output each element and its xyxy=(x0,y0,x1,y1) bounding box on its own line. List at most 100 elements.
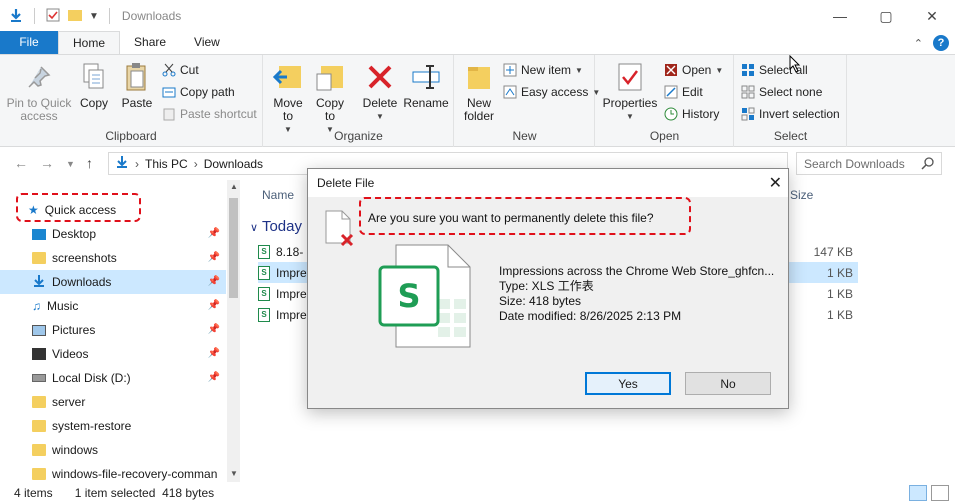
nav-downloads[interactable]: Downloads 📌 xyxy=(0,270,226,294)
pin-icon xyxy=(23,61,55,93)
search-placeholder: Search Downloads xyxy=(804,156,905,171)
easy-access-icon xyxy=(503,85,517,99)
spreadsheet-file-icon: S xyxy=(258,286,270,301)
dialog-title: Delete File xyxy=(317,176,375,190)
tab-home[interactable]: Home xyxy=(58,31,121,54)
new-item-button[interactable]: New item ▼ xyxy=(503,63,583,77)
details-view-icon[interactable] xyxy=(909,485,927,501)
column-header-name[interactable]: Name xyxy=(262,188,294,202)
paste-shortcut-icon xyxy=(162,107,176,121)
question-highlight xyxy=(359,197,691,235)
dropdown-caret-icon: ▼ xyxy=(575,65,583,75)
pin-icon: 📌 xyxy=(207,228,220,239)
nav-screenshots[interactable]: screenshots 📌 xyxy=(0,246,226,270)
history-button[interactable]: History xyxy=(664,107,719,121)
nav-server[interactable]: server xyxy=(0,390,226,414)
properties-qat-icon[interactable] xyxy=(45,7,61,26)
pin-quick-access-button[interactable]: Pin to Quick access xyxy=(6,61,72,123)
properties-button[interactable]: Properties ▼ xyxy=(602,61,658,123)
svg-text:S: S xyxy=(397,277,420,315)
file-details: Impressions across the Chrome Web Store_… xyxy=(499,264,774,324)
spreadsheet-file-icon: S xyxy=(258,265,270,280)
select-none-button[interactable]: Select none xyxy=(741,85,822,99)
move-to-button[interactable]: Move to ▼ xyxy=(270,61,306,136)
scrollbar-thumb[interactable] xyxy=(229,198,238,298)
copy-icon xyxy=(78,61,110,93)
desktop-icon xyxy=(32,228,46,240)
mouse-cursor-icon xyxy=(789,54,801,76)
minimize-button[interactable]: — xyxy=(817,0,863,32)
scroll-down-icon[interactable]: ▼ xyxy=(230,469,238,478)
rename-icon xyxy=(410,61,442,93)
history-icon xyxy=(664,107,678,121)
cut-button[interactable]: Cut xyxy=(162,63,199,77)
ribbon: Pin to Quick access Copy Paste Cut Copy … xyxy=(0,54,955,147)
maximize-button[interactable]: ▢ xyxy=(863,0,909,32)
paste-button[interactable]: Paste xyxy=(118,61,156,110)
delete-x-icon xyxy=(364,61,396,93)
paste-shortcut-button[interactable]: Paste shortcut xyxy=(162,107,257,121)
back-button[interactable]: ← xyxy=(14,155,28,171)
qat-separator xyxy=(108,8,110,24)
large-icons-view-icon[interactable] xyxy=(931,485,949,501)
new-folder-button[interactable]: New folder xyxy=(461,61,497,123)
edit-button[interactable]: Edit xyxy=(664,85,703,99)
tab-view[interactable]: View xyxy=(180,31,234,54)
group-header-today[interactable]: ∨ Today xyxy=(250,218,302,235)
delete-button[interactable]: Delete ▼ xyxy=(360,61,400,123)
music-icon: ♫ xyxy=(32,299,41,313)
title-bar: ▼ Downloads — ▢ ✕ xyxy=(0,0,955,32)
invert-selection-button[interactable]: Invert selection xyxy=(741,107,840,121)
column-header-size[interactable]: Size xyxy=(790,188,813,202)
rename-button[interactable]: Rename xyxy=(403,61,449,110)
tab-share[interactable]: Share xyxy=(120,31,180,54)
dropdown-caret-icon: ▼ xyxy=(715,65,724,75)
folder-icon xyxy=(32,396,46,408)
up-button[interactable]: ↑ xyxy=(86,155,93,171)
delete-file-warning-icon xyxy=(324,209,358,252)
easy-access-button[interactable]: Easy access ▼ xyxy=(503,85,600,99)
nav-local-disk-d[interactable]: Local Disk (D:) 📌 xyxy=(0,366,226,390)
recent-locations-icon[interactable]: ▼ xyxy=(66,159,75,169)
nav-scrollbar[interactable]: ▲ ▼ xyxy=(227,180,240,482)
selection-info: 1 item selected 418 bytes xyxy=(74,486,215,500)
close-window-button[interactable]: ✕ xyxy=(909,0,955,32)
nav-desktop[interactable]: Desktop 📌 xyxy=(0,222,226,246)
ribbon-right-controls: ⌃ ? xyxy=(914,35,949,51)
open-group-label: Open xyxy=(649,129,680,143)
open-icon xyxy=(664,63,678,77)
no-button[interactable]: No xyxy=(685,372,771,395)
copy-to-button[interactable]: Copy to ▼ xyxy=(312,61,348,136)
copy-path-button[interactable]: Copy path xyxy=(162,85,235,99)
nav-videos[interactable]: Videos 📌 xyxy=(0,342,226,366)
new-folder-qat-icon[interactable] xyxy=(67,7,83,26)
copy-button[interactable]: Copy xyxy=(76,61,112,110)
tab-file[interactable]: File xyxy=(0,31,58,54)
file-size: Size: 418 bytes xyxy=(499,294,582,308)
nav-windows[interactable]: windows xyxy=(0,438,226,462)
pin-icon: 📌 xyxy=(207,300,220,311)
open-button[interactable]: Open ▼ xyxy=(664,63,723,77)
help-icon[interactable]: ? xyxy=(933,35,949,51)
collapse-ribbon-icon[interactable]: ⌃ xyxy=(914,37,923,50)
view-buttons xyxy=(909,485,949,501)
forward-button[interactable]: → xyxy=(40,155,54,171)
qat-dropdown-icon[interactable]: ▼ xyxy=(89,11,99,22)
copy-to-icon xyxy=(314,61,346,93)
paste-icon xyxy=(121,61,153,93)
dialog-close-button[interactable]: ✕ xyxy=(769,173,782,193)
scroll-up-icon[interactable]: ▲ xyxy=(230,182,238,191)
downloads-location-icon xyxy=(115,155,129,172)
breadcrumb-downloads[interactable]: Downloads xyxy=(204,157,263,171)
search-input[interactable]: Search Downloads xyxy=(796,152,942,175)
dropdown-caret-icon: ▼ xyxy=(376,112,384,121)
new-group-label: New xyxy=(512,129,537,143)
yes-button[interactable]: Yes xyxy=(585,372,671,395)
nav-windows-file-recovery[interactable]: windows-file-recovery-comman xyxy=(0,462,226,482)
breadcrumb-this-pc[interactable]: This PC xyxy=(145,157,188,171)
nav-pictures[interactable]: Pictures 📌 xyxy=(0,318,226,342)
organize-group-label: Organize xyxy=(334,129,383,143)
nav-system-restore[interactable]: system-restore xyxy=(0,414,226,438)
new-item-icon xyxy=(503,63,517,77)
nav-music[interactable]: ♫ Music 📌 xyxy=(0,294,226,318)
